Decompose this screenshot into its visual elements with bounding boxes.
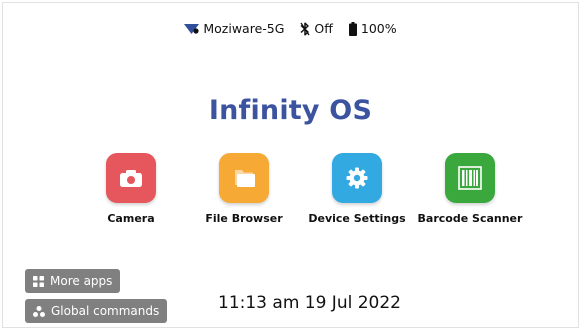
home-screen: Moziware-5G Off 100% Infinity OS Camera … — [2, 2, 579, 328]
app-file-browser[interactable]: File Browser — [184, 153, 304, 225]
clock-datetime: 11:13 am 19 Jul 2022 — [218, 293, 401, 313]
global-commands-button[interactable]: Global commands — [25, 299, 168, 323]
battery-icon — [348, 21, 357, 36]
barcode-icon — [445, 153, 495, 203]
bluetooth-icon — [300, 21, 310, 36]
gear-icon — [332, 153, 382, 203]
grid-icon — [33, 275, 44, 287]
global-commands-label: Global commands — [51, 304, 160, 318]
battery-level: 100% — [360, 21, 397, 36]
app-label: Device Settings — [308, 212, 406, 225]
app-label: Barcode Scanner — [417, 212, 523, 225]
wifi-icon — [184, 23, 200, 35]
battery-status[interactable]: 100% — [348, 21, 397, 36]
camera-icon — [106, 153, 156, 203]
folder-icon — [219, 153, 269, 203]
app-camera[interactable]: Camera — [71, 153, 191, 225]
status-bar: Moziware-5G Off 100% — [3, 21, 578, 36]
bluetooth-status[interactable]: Off — [300, 21, 333, 36]
more-apps-label: More apps — [50, 274, 113, 288]
nodes-icon — [33, 305, 45, 317]
os-title: Infinity OS — [208, 95, 373, 126]
app-device-settings[interactable]: Device Settings — [297, 153, 417, 225]
app-label: File Browser — [205, 212, 283, 225]
wifi-name: Moziware-5G — [203, 21, 285, 36]
app-label: Camera — [107, 212, 155, 225]
app-barcode-scanner[interactable]: Barcode Scanner — [410, 153, 530, 225]
bluetooth-state: Off — [314, 21, 333, 36]
wifi-status[interactable]: Moziware-5G — [184, 21, 284, 36]
more-apps-button[interactable]: More apps — [25, 269, 121, 293]
